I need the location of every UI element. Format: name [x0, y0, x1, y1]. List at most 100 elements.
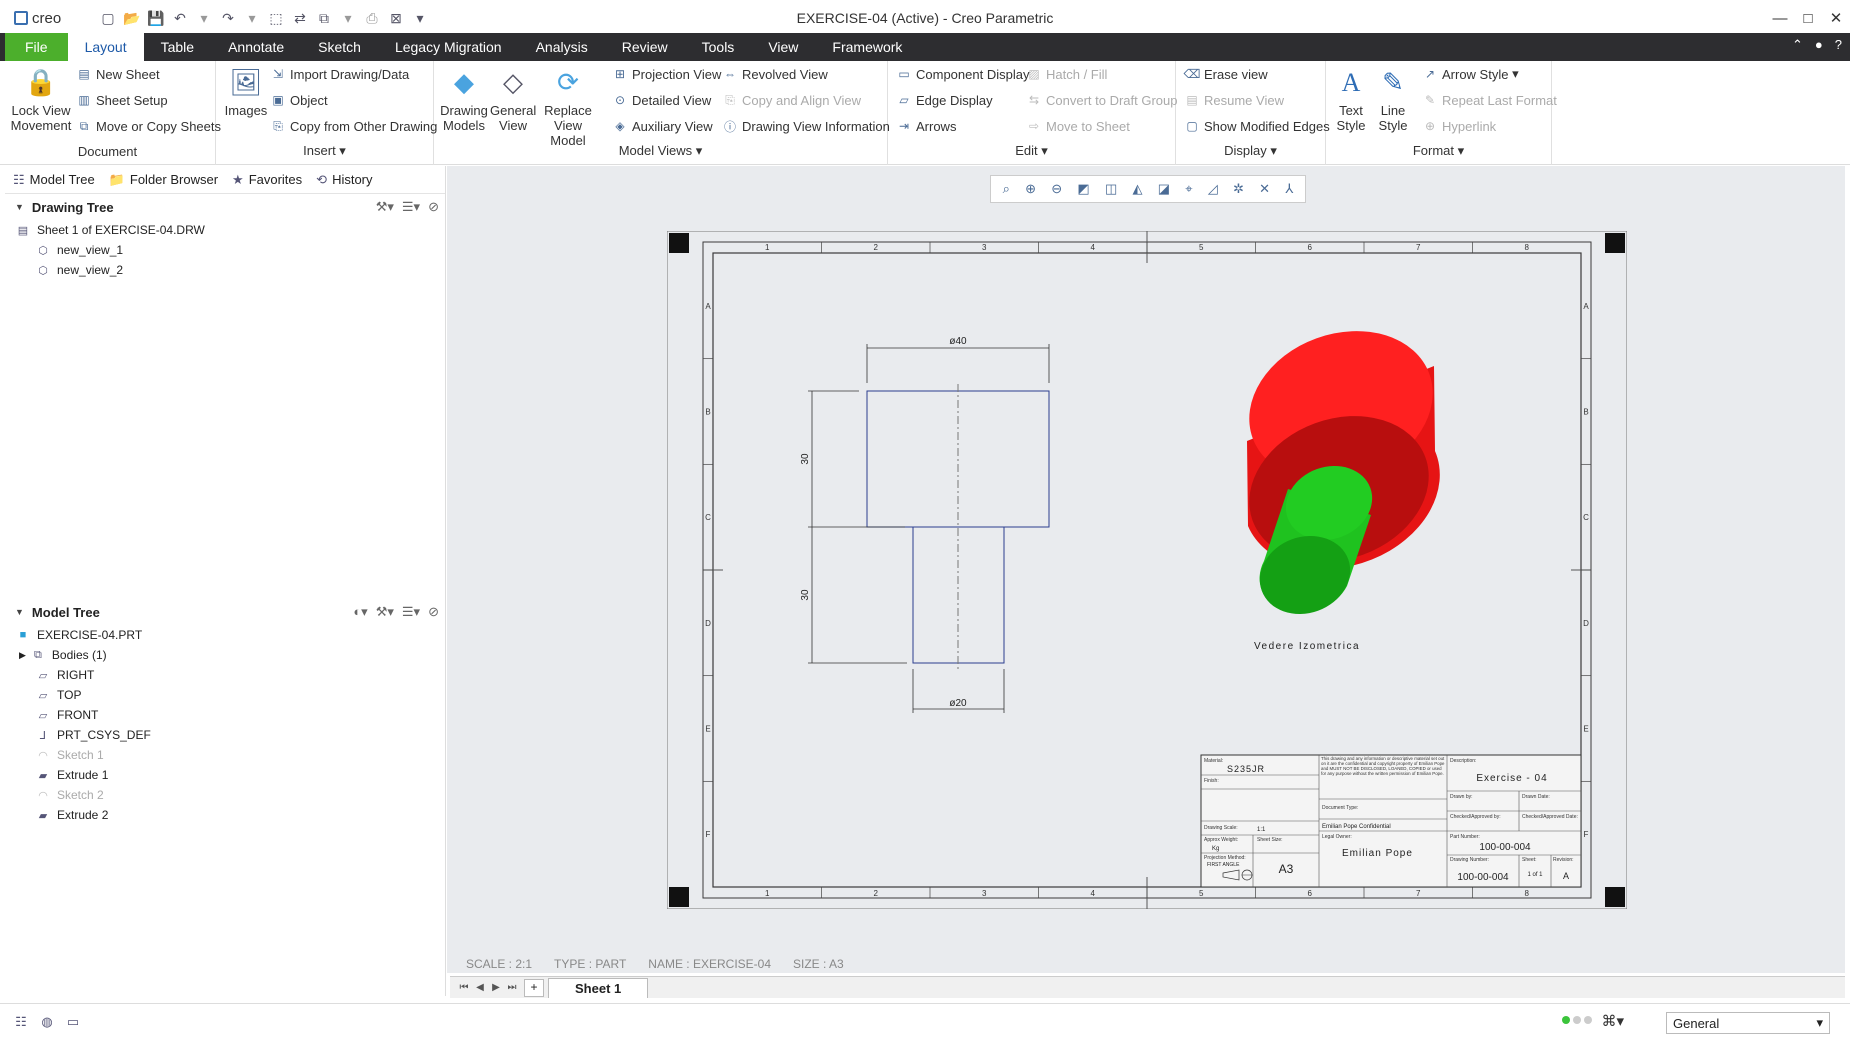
tree-filter-icon[interactable]: ⊘: [428, 604, 439, 620]
tree-columns-icon[interactable]: ☰▾: [402, 199, 420, 215]
refit-icon[interactable]: ⌕: [1003, 181, 1010, 197]
tree-item-front[interactable]: ▱ FRONT: [5, 705, 445, 725]
hatch-fill-button[interactable]: ▨ Hatch / Fill: [1026, 65, 1107, 83]
tab-folder-browser[interactable]: 📁 Folder Browser: [109, 172, 218, 188]
isometric-caption[interactable]: Vedere Izometrica: [1254, 641, 1360, 652]
find-icon[interactable]: ⌘▾: [1601, 1012, 1624, 1030]
drawing-models-button[interactable]: ◆ Drawing Models: [438, 65, 490, 134]
close-icon[interactable]: ⊠: [386, 8, 406, 28]
customize-icon[interactable]: ▾: [410, 8, 430, 28]
auxiliary-view-button[interactable]: ◈ Auxiliary View: [612, 117, 712, 135]
tree-item-view-2[interactable]: ⬡ new_view_2: [5, 260, 445, 280]
component-display-button[interactable]: ▭ Component Display: [896, 65, 1029, 83]
zoom-in-icon[interactable]: ⊕: [1025, 181, 1036, 197]
copy-align-view-button[interactable]: ⎘ Copy and Align View: [722, 91, 861, 109]
collapse-triangle-icon[interactable]: ▼: [15, 202, 24, 212]
arrows-button[interactable]: ⇥ Arrows: [896, 117, 956, 135]
add-sheet-button[interactable]: +: [524, 978, 544, 997]
tree-item-top[interactable]: ▱ TOP: [5, 685, 445, 705]
images-button[interactable]: 🖼 Images: [220, 65, 272, 119]
repeat-last-format-button[interactable]: ✎ Repeat Last Format: [1422, 91, 1557, 109]
first-sheet-icon[interactable]: ⏮: [456, 982, 472, 993]
tree-item-bodies[interactable]: ▶ ⧉ Bodies (1): [5, 645, 445, 665]
model-tree-header[interactable]: ▼ Model Tree ◐▾ ⚒▾ ☰▾ ⊘: [5, 599, 445, 625]
dimension-diameter-20[interactable]: ø20: [949, 698, 967, 709]
windows-icon[interactable]: ⧉: [314, 8, 334, 28]
open-icon[interactable]: 📂: [122, 8, 142, 28]
new-sheet-button[interactable]: ▤ New Sheet: [76, 65, 159, 83]
browser-toggle-icon[interactable]: ◍: [38, 1013, 56, 1031]
undo-dropdown-icon[interactable]: ▾: [194, 8, 214, 28]
last-sheet-icon[interactable]: ⏭: [504, 982, 520, 993]
dimension-height-bottom[interactable]: 30: [800, 589, 811, 601]
collapse-ribbon-icon[interactable]: ⌃: [1792, 37, 1803, 53]
datum-display-icon[interactable]: ⌖: [1185, 181, 1192, 197]
hyperlink-button[interactable]: ⊕ Hyperlink: [1422, 117, 1496, 135]
next-sheet-icon[interactable]: ▶: [488, 982, 504, 993]
collapse-triangle-icon[interactable]: ▼: [15, 607, 24, 617]
tab-analysis[interactable]: Analysis: [519, 33, 605, 61]
zoom-out-icon[interactable]: ⊖: [1051, 181, 1062, 197]
point-display-icon[interactable]: ⅄: [1285, 181, 1293, 197]
drawing-sheet[interactable]: 1122334455667788A AB BC CD DE EF F ø40 ø20 30 …: [667, 231, 1627, 909]
edge-display-button[interactable]: ▱ Edge Display: [896, 91, 992, 109]
replace-view-model-button[interactable]: ⟳ Replace View Model: [536, 65, 600, 149]
windows-dropdown-icon[interactable]: ▾: [338, 8, 358, 28]
copy-from-other-drawing-button[interactable]: ⎘ Copy from Other Drawing: [270, 117, 437, 135]
group-label-edit[interactable]: Edit ▾: [888, 143, 1175, 159]
redo-dropdown-icon[interactable]: ▾: [242, 8, 262, 28]
detailed-view-button[interactable]: ⊙ Detailed View: [612, 91, 711, 109]
text-style-button[interactable]: A Text Style: [1330, 65, 1372, 133]
line-style-button[interactable]: ✎ Line Style: [1372, 65, 1414, 134]
object-button[interactable]: ▣ Object: [270, 91, 327, 109]
dimension-height-top[interactable]: 30: [800, 453, 811, 465]
help-icon[interactable]: ?: [1835, 37, 1842, 53]
previous-sheet-icon[interactable]: ◀: [472, 982, 488, 993]
tab-review[interactable]: Review: [605, 33, 685, 61]
tree-columns-icon[interactable]: ☰▾: [402, 604, 420, 620]
tab-sketch[interactable]: Sketch: [301, 33, 378, 61]
resume-view-button[interactable]: ▤ Resume View: [1184, 91, 1284, 109]
tab-legacy-migration[interactable]: Legacy Migration: [378, 33, 519, 61]
tree-filter-icon[interactable]: ⊘: [428, 199, 439, 215]
tree-item-extrude-1[interactable]: ▰ Extrude 1: [5, 765, 445, 785]
projection-view-button[interactable]: ⊞ Projection View: [612, 65, 721, 83]
tab-framework[interactable]: Framework: [815, 33, 919, 61]
tab-favorites[interactable]: ★ Favorites: [232, 172, 302, 188]
save-icon[interactable]: 💾: [146, 8, 166, 28]
show-modified-edges-button[interactable]: ▢ Show Modified Edges: [1184, 117, 1329, 135]
title-block[interactable]: Material: S235JR Finish: Drawing Scale: …: [1200, 754, 1582, 888]
tree-item-part[interactable]: ■ EXERCISE-04.PRT: [5, 625, 445, 645]
drawing-tree-header[interactable]: ▼ Drawing Tree ⚒▾ ☰▾ ⊘: [5, 194, 445, 220]
tree-item-sheet[interactable]: ▤ Sheet 1 of EXERCISE-04.DRW: [5, 220, 445, 240]
tree-item-right[interactable]: ▱ RIGHT: [5, 665, 445, 685]
import-drawing-data-button[interactable]: ⇲ Import Drawing/Data: [270, 65, 409, 83]
saved-views-icon[interactable]: ◭: [1132, 181, 1142, 197]
lock-view-movement-button[interactable]: 🔒 Lock View Movement: [8, 65, 74, 134]
tab-view[interactable]: View: [751, 33, 815, 61]
display-style-icon[interactable]: ◫: [1105, 181, 1117, 197]
tree-item-view-1[interactable]: ⬡ new_view_1: [5, 240, 445, 260]
tab-sheet-1[interactable]: Sheet 1: [548, 977, 649, 998]
minimize-icon[interactable]: —: [1766, 0, 1794, 36]
navigator-toggle-icon[interactable]: ☷: [12, 1013, 30, 1031]
move-to-sheet-button[interactable]: ⇨ Move to Sheet: [1026, 117, 1130, 135]
new-icon[interactable]: ▢: [98, 8, 118, 28]
group-label-insert[interactable]: Insert ▾: [216, 143, 433, 159]
show-icon[interactable]: ◐▾: [353, 604, 367, 620]
group-label-model-views[interactable]: Model Views ▾: [434, 143, 887, 159]
tree-item-csys[interactable]: ⅃ PRT_CSYS_DEF: [5, 725, 445, 745]
tree-item-extrude-2[interactable]: ▰ Extrude 2: [5, 805, 445, 825]
spin-center-icon[interactable]: ✲: [1233, 181, 1244, 197]
tab-history[interactable]: ⟲ History: [316, 172, 372, 188]
group-label-display[interactable]: Display ▾: [1176, 143, 1325, 159]
revolved-view-button[interactable]: ⇔ Revolved View: [722, 65, 828, 83]
repaint-icon[interactable]: ◩: [1077, 181, 1089, 197]
view-manager-icon[interactable]: ◪: [1158, 181, 1170, 197]
tab-annotate[interactable]: Annotate: [211, 33, 301, 61]
sheet-setup-button[interactable]: ▥ Sheet Setup: [76, 91, 167, 109]
tree-settings-icon[interactable]: ⚒▾: [376, 199, 394, 215]
tab-file[interactable]: File: [5, 33, 68, 61]
tab-model-tree[interactable]: ☷ Model Tree: [13, 172, 95, 188]
convert-draft-group-button[interactable]: ⇆ Convert to Draft Group: [1026, 91, 1178, 109]
